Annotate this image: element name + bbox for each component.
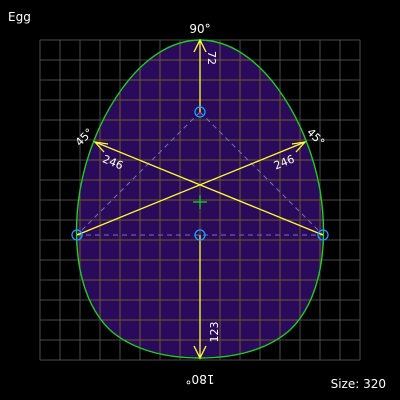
title-label: Egg xyxy=(8,10,31,24)
dimension-top-label: 72 xyxy=(205,51,218,65)
size-readout: Size: 320 xyxy=(330,377,386,391)
egg-diagram: 90° 180° 45° 45° 72 246 246 123 xyxy=(0,0,400,400)
angle-top-label: 90° xyxy=(189,22,210,36)
dimension-bottom-label: 123 xyxy=(208,322,221,343)
angle-bottom-label: 180° xyxy=(186,372,215,386)
